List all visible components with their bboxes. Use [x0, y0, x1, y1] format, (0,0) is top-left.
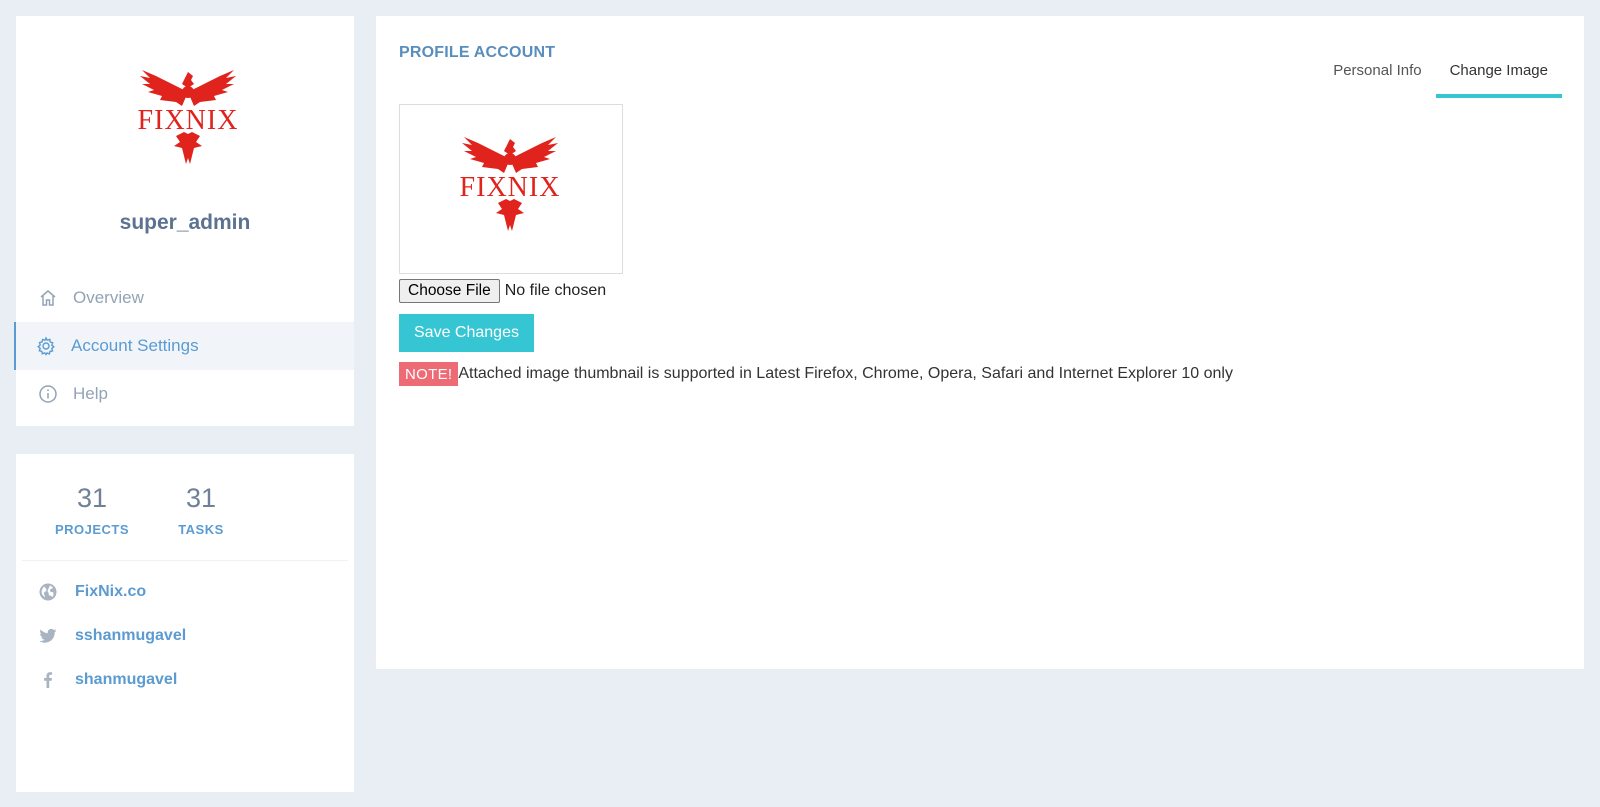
fixnix-logo: FIXNIX	[120, 62, 256, 172]
stat-tasks: 31 TASKS	[156, 478, 246, 537]
note-text: Attached image thumbnail is supported in…	[458, 365, 1233, 382]
nav-item-help[interactable]: Help	[16, 370, 354, 418]
profile-card: FIXNIX super_admin Overview Account Sett…	[14, 16, 354, 426]
nav-item-account-settings[interactable]: Account Settings	[14, 322, 354, 370]
gear-icon	[36, 336, 56, 356]
link-twitter[interactable]: sshanmugavel	[16, 614, 354, 658]
link-facebook[interactable]: shanmugavel	[16, 658, 354, 702]
file-status: No file chosen	[504, 282, 607, 299]
globe-icon	[38, 582, 58, 602]
thumbnail-logo-text: FIXNIX	[460, 172, 561, 203]
image-thumbnail: FIXNIX	[399, 104, 623, 274]
link-label: FixNix.co	[75, 583, 147, 600]
stat-projects: 31 PROJECTS	[47, 478, 137, 537]
link-website[interactable]: FixNix.co	[16, 570, 354, 614]
tab-change-image[interactable]: Change Image	[1435, 38, 1563, 98]
home-icon	[38, 288, 58, 308]
profile-links: FixNix.co sshanmugavel shanmugavel	[16, 570, 354, 702]
choose-file-button[interactable]: Choose File	[399, 279, 500, 303]
logo-text: FIXNIX	[138, 105, 239, 136]
nav-item-overview[interactable]: Overview	[16, 274, 354, 322]
tab-bar: Personal Info Change Image	[1319, 38, 1563, 98]
stat-tasks-value: 31	[185, 483, 217, 513]
nav-item-label: Overview	[73, 288, 144, 307]
nav-item-label: Help	[73, 384, 108, 403]
main-card: PROFILE ACCOUNT Personal Info Change Ima…	[376, 16, 1584, 669]
stat-tasks-label: TASKS	[178, 522, 224, 537]
profile-nav: Overview Account Settings Help	[14, 274, 354, 418]
tab-personal-info[interactable]: Personal Info	[1319, 38, 1435, 98]
nav-item-label: Account Settings	[71, 336, 199, 355]
stats-row: 31 PROJECTS 31 TASKS	[16, 478, 354, 558]
profile-username: super_admin	[119, 211, 251, 234]
facebook-icon	[38, 670, 58, 690]
note-badge: NOTE!	[399, 362, 459, 386]
stat-projects-label: PROJECTS	[54, 522, 130, 537]
stat-projects-value: 31	[76, 483, 108, 513]
save-changes-button[interactable]: Save Changes	[399, 314, 534, 352]
twitter-icon	[38, 626, 58, 646]
info-icon	[38, 384, 58, 404]
note: NOTE! Attached image thumbnail is suppor…	[399, 362, 1233, 386]
stats-card: 31 PROJECTS 31 TASKS FixNix.co sshanmuga…	[16, 454, 354, 792]
link-label: shanmugavel	[75, 671, 178, 688]
link-label: sshanmugavel	[75, 627, 187, 644]
file-input[interactable]: Choose File No file chosen	[399, 279, 606, 303]
page-title: PROFILE ACCOUNT	[399, 44, 556, 61]
divider	[22, 560, 348, 561]
